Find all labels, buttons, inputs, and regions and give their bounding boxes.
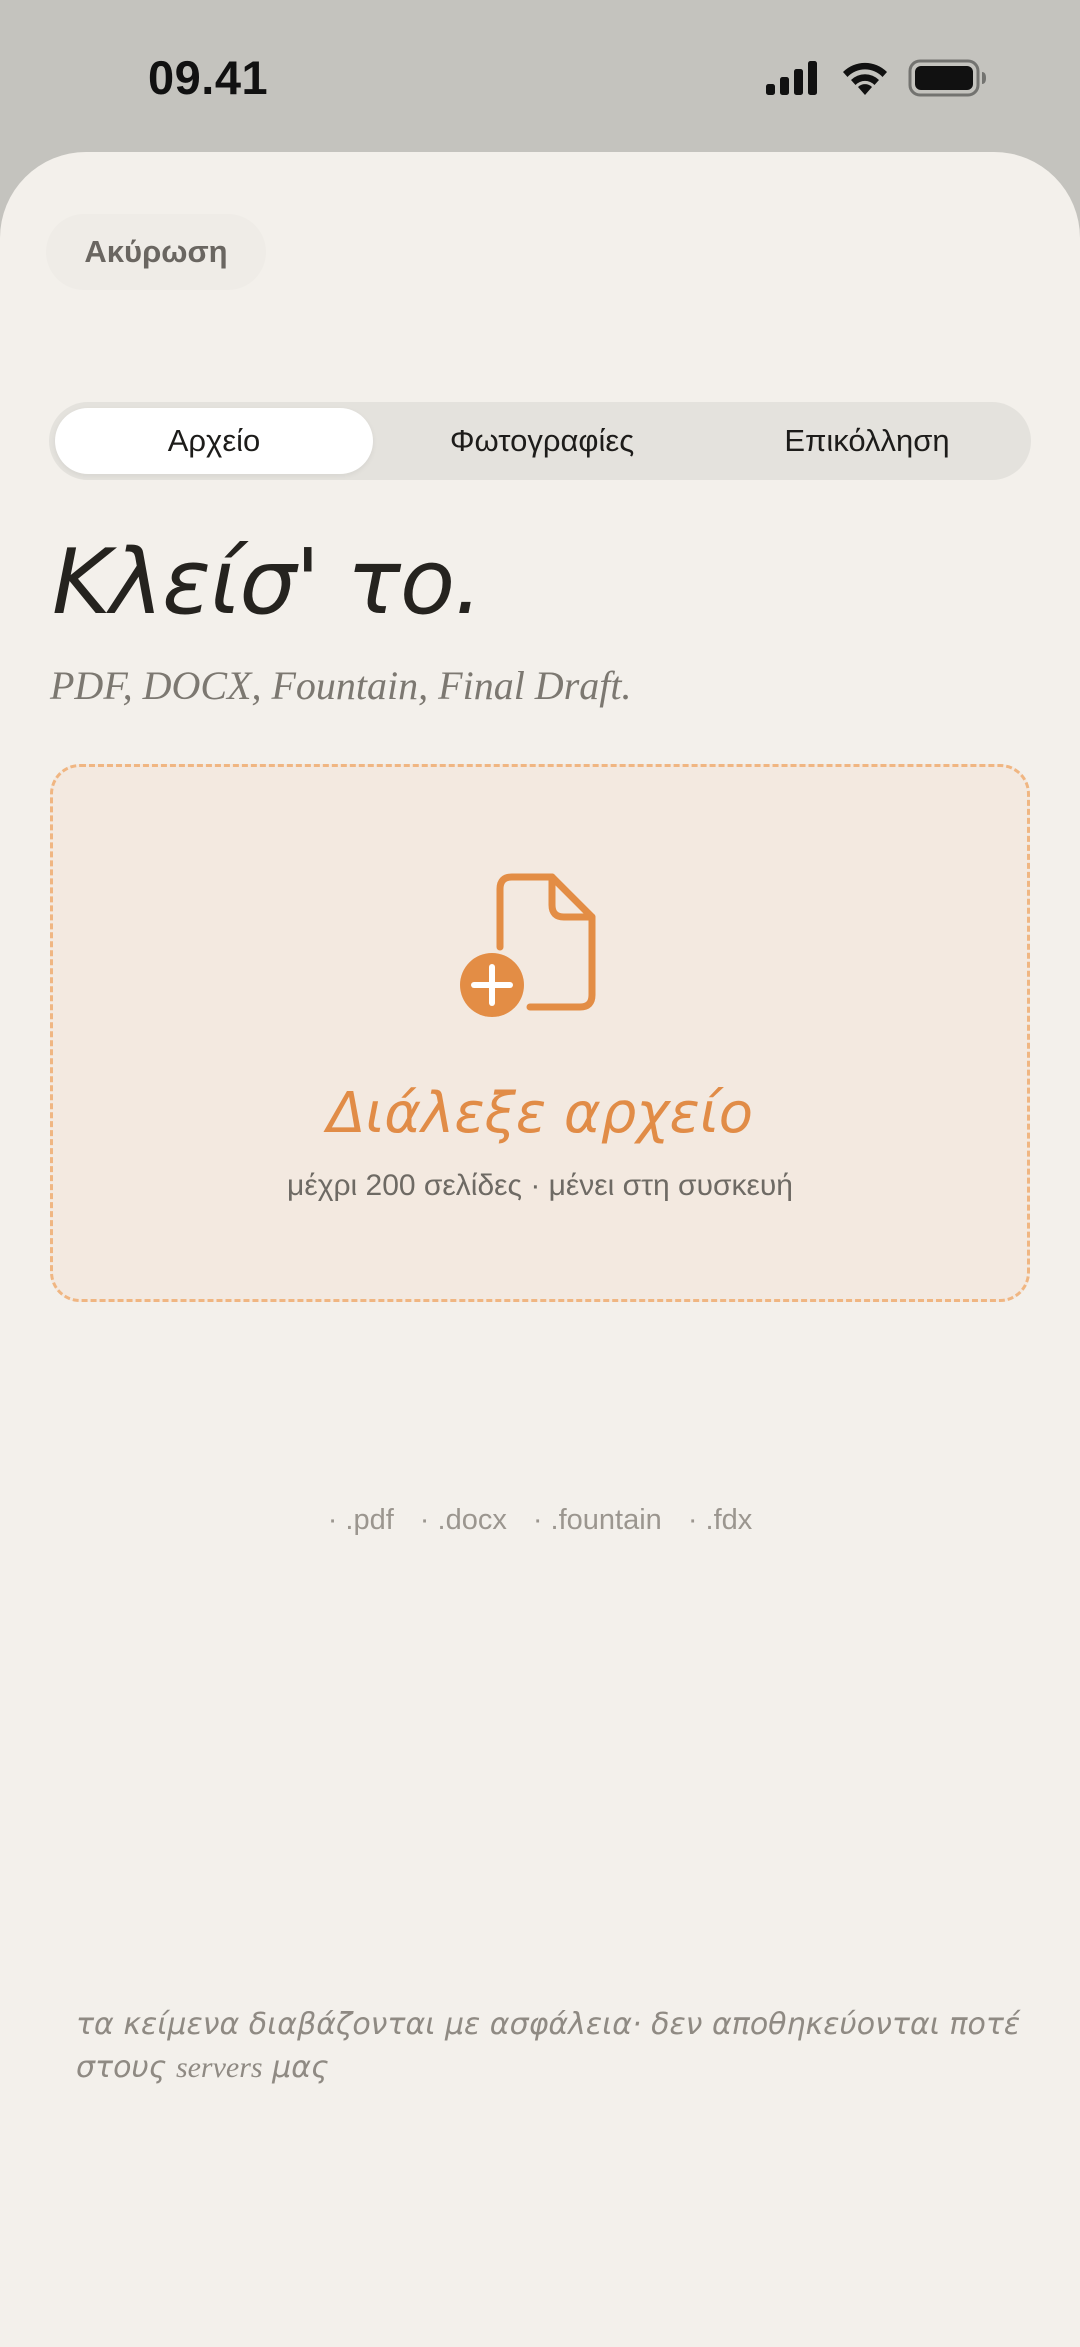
status-icons [764, 58, 988, 98]
page-title: Κλείσ' το. [52, 530, 483, 635]
dropzone-hint: μέχρι 200 σελίδες · μένει στη συσκευή [287, 1169, 793, 1202]
battery-icon [908, 59, 986, 97]
choose-file-label: Διάλεξε αρχείο [327, 1081, 753, 1146]
status-bar: 09.41 [0, 0, 1080, 150]
source-segmented-control: Αρχείο Φωτογραφίες Επικόλληση [49, 402, 1031, 480]
wifi-icon [843, 62, 887, 95]
file-dropzone[interactable]: Διάλεξε αρχείο μέχρι 200 σελίδες · μένει… [50, 764, 1030, 1302]
privacy-note-servers: servers [175, 2051, 263, 2084]
tab-photos[interactable]: Φωτογραφίες [383, 408, 701, 474]
status-time: 09.41 [148, 51, 269, 104]
cancel-button[interactable]: Ακύρωση [46, 214, 266, 290]
tab-paste[interactable]: Επικόλληση [709, 408, 1025, 474]
cellular-signal-icon [766, 61, 817, 95]
tab-file[interactable]: Αρχείο [55, 408, 373, 474]
supported-formats-subtitle: PDF, DOCX, Fountain, Final Draft. [50, 663, 632, 708]
format-fountain: · .fountain [532, 1504, 662, 1536]
privacy-note-end: μας [262, 2050, 329, 2085]
file-add-icon [460, 873, 596, 1017]
format-list: · .pdf · .docx · .fountain · .fdx [0, 1504, 1080, 1537]
format-pdf: · .pdf [327, 1504, 394, 1536]
format-fdx: · .fdx [687, 1504, 753, 1536]
format-docx: · .docx [419, 1504, 507, 1536]
privacy-note: τα κείμενα διαβάζονται με ασφάλεια· δεν … [76, 2003, 1026, 2089]
